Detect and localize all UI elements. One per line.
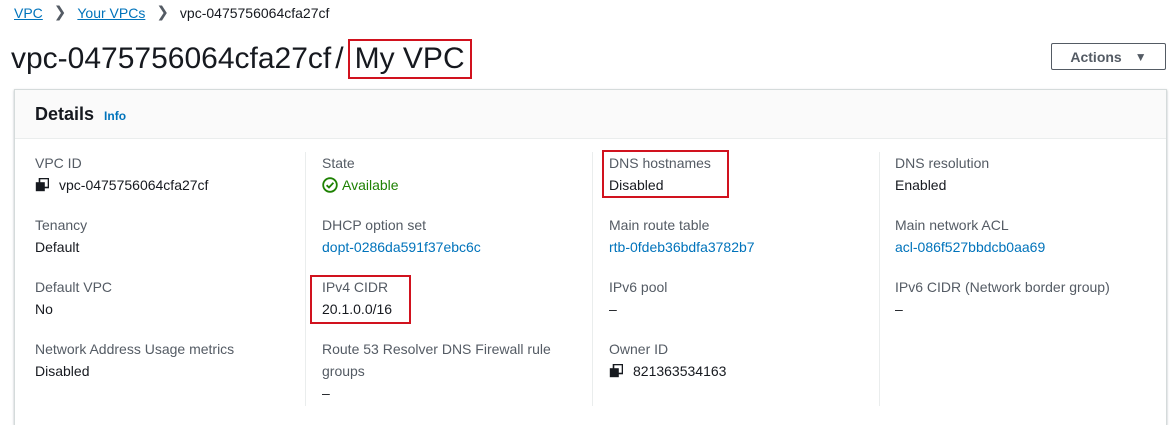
field-label: Tenancy bbox=[35, 217, 88, 233]
field-value: 821363534163 bbox=[633, 363, 727, 379]
vpc-id-title: vpc-0475756064cfa27cf bbox=[11, 42, 332, 75]
field-dns-resolution: DNS resolution Enabled bbox=[895, 152, 989, 196]
field-label: Main network ACL bbox=[895, 217, 1009, 233]
field-label: Route 53 Resolver DNS Firewall rule bbox=[322, 341, 551, 357]
field-dhcp-option-set: DHCP option set dopt-0286da591f37ebc6c bbox=[322, 214, 481, 258]
column-divider bbox=[879, 152, 880, 406]
field-value: Enabled bbox=[895, 177, 947, 193]
field-label: Main route table bbox=[609, 217, 710, 233]
copy-icon[interactable] bbox=[35, 178, 49, 192]
field-value: vpc-0475756064cfa27cf bbox=[59, 177, 209, 193]
field-label: IPv6 CIDR (Network border group) bbox=[895, 279, 1110, 295]
field-state: State Available bbox=[322, 152, 399, 196]
details-panel: Details Info VPC ID vpc-0475756064cfa27c… bbox=[14, 89, 1167, 425]
field-label: State bbox=[322, 155, 355, 171]
breadcrumb-link-your-vpcs[interactable]: Your VPCs bbox=[77, 4, 145, 22]
field-value: – bbox=[609, 301, 617, 317]
main-route-table-link[interactable]: rtb-0fdeb36bdfa3782b7 bbox=[609, 236, 755, 258]
field-value: No bbox=[35, 301, 53, 317]
field-label: Network Address Usage metrics bbox=[35, 341, 235, 357]
column-divider bbox=[305, 152, 306, 406]
title-separator: / bbox=[335, 42, 344, 75]
vpc-name-title: My VPC bbox=[347, 39, 472, 79]
field-value: – bbox=[322, 385, 330, 401]
breadcrumb-current: vpc-0475756064cfa27cf bbox=[179, 5, 330, 21]
actions-button[interactable]: Actions ▼ bbox=[1051, 43, 1166, 70]
field-network-address-usage-metrics: Network Address Usage metrics Disabled bbox=[35, 338, 234, 382]
field-vpc-id: VPC ID vpc-0475756064cfa27cf bbox=[35, 152, 208, 196]
field-route53-resolver-dns-firewall: Route 53 Resolver DNS Firewall rule grou… bbox=[322, 338, 551, 404]
field-label: IPv6 pool bbox=[609, 279, 668, 295]
field-main-network-acl: Main network ACL acl-086f527bbdcb0aa69 bbox=[895, 214, 1045, 258]
chevron-right-icon: ❯ bbox=[156, 4, 169, 21]
breadcrumb: VPC ❯ Your VPCs ❯ vpc-0475756064cfa27cf bbox=[14, 4, 329, 22]
field-label: DHCP option set bbox=[322, 217, 427, 233]
check-circle-icon bbox=[322, 177, 338, 193]
column-divider bbox=[592, 152, 593, 406]
copy-icon[interactable] bbox=[609, 364, 623, 378]
field-ipv6-pool: IPv6 pool – bbox=[609, 276, 667, 320]
field-value: Default bbox=[35, 239, 80, 255]
field-label: Owner ID bbox=[609, 341, 669, 357]
breadcrumb-link-vpc[interactable]: VPC bbox=[14, 4, 43, 22]
highlight-box-dns-hostnames bbox=[602, 150, 729, 198]
info-link[interactable]: Info bbox=[104, 109, 126, 123]
field-ipv6-cidr: IPv6 CIDR (Network border group) – bbox=[895, 276, 1110, 320]
details-heading: Details bbox=[35, 103, 95, 124]
field-label: Default VPC bbox=[35, 279, 113, 295]
actions-button-label: Actions bbox=[1070, 48, 1122, 65]
status-value: Available bbox=[342, 177, 399, 193]
field-default-vpc: Default VPC No bbox=[35, 276, 112, 320]
field-value: Disabled bbox=[35, 363, 90, 379]
field-owner-id: Owner ID 821363534163 bbox=[609, 338, 726, 382]
details-header: Details Info bbox=[15, 90, 1166, 139]
field-tenancy: Tenancy Default bbox=[35, 214, 87, 258]
field-value: – bbox=[895, 301, 903, 317]
main-network-acl-link[interactable]: acl-086f527bbdcb0aa69 bbox=[895, 236, 1045, 258]
chevron-right-icon: ❯ bbox=[53, 4, 67, 21]
field-label: groups bbox=[322, 363, 365, 379]
highlight-box-ipv4-cidr bbox=[310, 275, 411, 324]
dhcp-option-set-link[interactable]: dopt-0286da591f37ebc6c bbox=[322, 236, 481, 258]
caret-down-icon: ▼ bbox=[1134, 49, 1147, 64]
field-main-route-table: Main route table rtb-0fdeb36bdfa3782b7 bbox=[609, 214, 755, 258]
field-label: DNS resolution bbox=[895, 155, 990, 171]
field-label: VPC ID bbox=[35, 155, 82, 171]
page-title: vpc-0475756064cfa27cf / My VPC bbox=[11, 36, 472, 82]
